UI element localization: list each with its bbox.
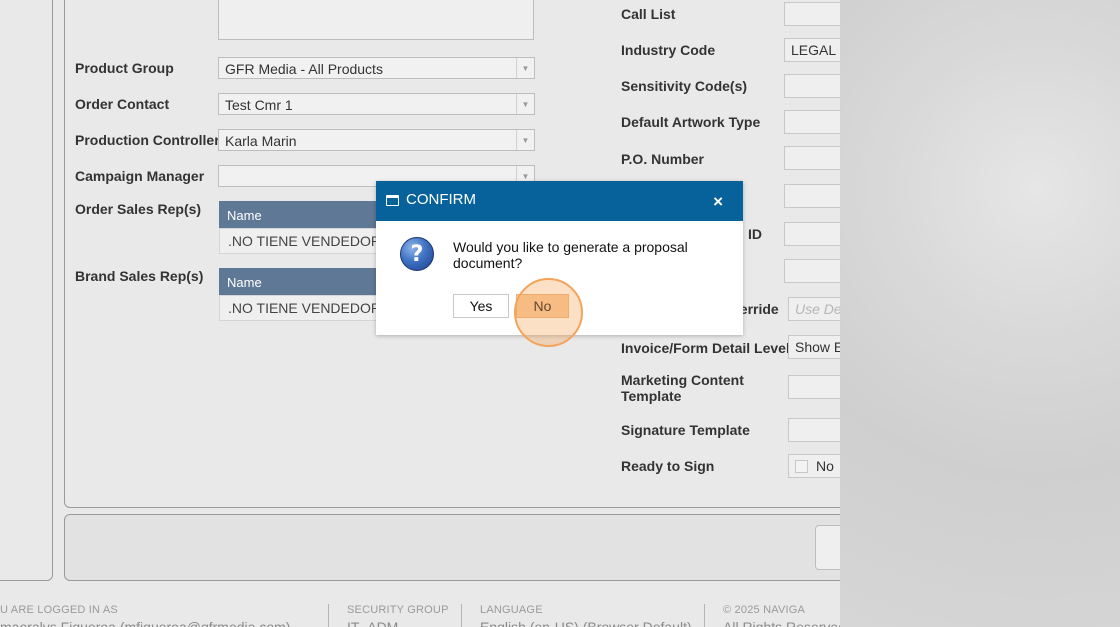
window-icon: [386, 195, 399, 206]
close-icon[interactable]: ×: [713, 192, 723, 212]
dialog-title: CONFIRM: [406, 191, 476, 208]
dialog-header: CONFIRM ×: [376, 181, 743, 221]
yes-button[interactable]: Yes: [453, 294, 509, 318]
background-blur: [840, 0, 1120, 627]
question-icon: ?: [400, 237, 434, 271]
click-indicator: [514, 278, 583, 347]
dialog-message: Would you like to generate a proposal do…: [453, 239, 688, 271]
